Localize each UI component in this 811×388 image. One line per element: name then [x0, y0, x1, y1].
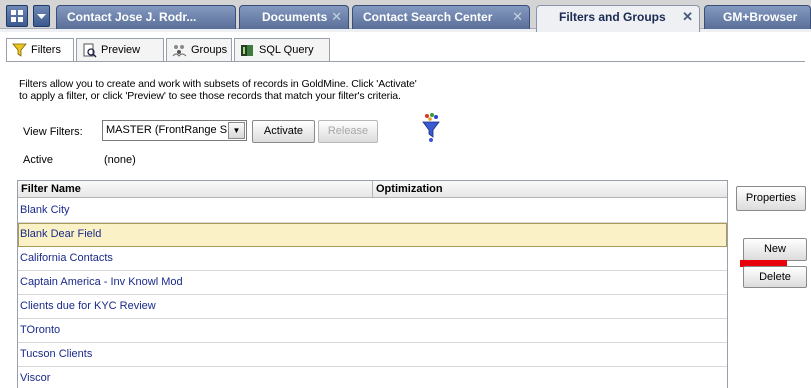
window-tab-strip: Contact Jose J. Rodr... Documents ✕ Cont… — [0, 0, 811, 32]
table-row[interactable]: Tucson Clients — [18, 343, 727, 367]
grid-icon — [11, 10, 23, 22]
filter-name-cell: Tucson Clients — [20, 348, 93, 360]
close-icon[interactable]: ✕ — [682, 6, 693, 28]
tab-filters-and-groups[interactable]: Filters and Groups ✕ — [536, 5, 700, 32]
column-header-filter-name[interactable]: Filter Name — [18, 181, 373, 197]
tab-label: GM+Browser — [723, 10, 798, 24]
table-row[interactable]: TOronto — [18, 319, 727, 343]
active-filter-value: (none) — [104, 154, 136, 166]
filter-name-cell: Blank City — [20, 204, 70, 216]
table-row-selected[interactable]: Blank Dear Field — [18, 223, 727, 247]
tab-contact-search-center[interactable]: Contact Search Center ✕ — [352, 5, 530, 29]
tab-preview[interactable]: Preview — [76, 38, 164, 62]
tab-grid-menu-button[interactable] — [6, 5, 28, 27]
delete-button[interactable]: Delete — [743, 266, 807, 288]
tab-label: Contact Search Center — [363, 10, 493, 24]
tab-list-dropdown-button[interactable] — [33, 5, 50, 27]
view-filters-select[interactable]: MASTER (FrontRange S ▼ — [102, 120, 247, 141]
release-button: Release — [318, 120, 378, 143]
filter-name-cell: TOronto — [20, 324, 61, 336]
table-row[interactable]: Blank City — [18, 199, 727, 223]
sql-icon — [240, 43, 255, 58]
tab-filters[interactable]: Filters — [6, 38, 74, 62]
groups-icon — [172, 43, 187, 58]
description-line-1: Filters allow you to create and work wit… — [19, 78, 417, 90]
filters-table: Filter Name Optimization Blank City Blan… — [17, 180, 728, 388]
filter-name-cell: Blank Dear Field — [20, 228, 102, 240]
active-filter-label: Active — [23, 154, 53, 166]
tab-contact-jose[interactable]: Contact Jose J. Rodr... — [56, 5, 236, 29]
filter-name-cell: Clients due for KYC Review — [20, 300, 156, 312]
table-row[interactable]: Viscor — [18, 367, 727, 388]
filters-description: Filters allow you to create and work wit… — [19, 78, 519, 102]
filter-name-cell: California Contacts — [20, 252, 113, 264]
tab-documents[interactable]: Documents ✕ — [239, 5, 349, 29]
close-icon[interactable]: ✕ — [331, 6, 342, 28]
tab-groups[interactable]: Groups — [166, 38, 232, 62]
chevron-down-icon — [37, 14, 46, 19]
activate-button[interactable]: Activate — [252, 120, 315, 143]
tab-label: Documents — [262, 10, 328, 24]
new-button[interactable]: New — [743, 238, 807, 261]
table-row[interactable]: California Contacts — [18, 247, 727, 271]
tab-gm-browser[interactable]: GM+Browser — [704, 5, 811, 29]
view-filters-value: MASTER (FrontRange S — [106, 124, 228, 136]
table-row[interactable]: Captain America - Inv Knowl Mod — [18, 271, 727, 295]
view-filters-label: View Filters: — [23, 126, 83, 138]
tab-sql-query-label: SQL Query — [259, 44, 314, 56]
funnel-icon — [12, 43, 27, 58]
tab-sql-query[interactable]: SQL Query — [234, 38, 330, 62]
tab-filters-label: Filters — [31, 44, 61, 56]
description-line-2: to apply a filter, or click 'Preview' to… — [19, 90, 401, 102]
preview-icon — [82, 43, 97, 58]
table-header: Filter Name Optimization — [18, 181, 727, 198]
filter-name-cell: Viscor — [20, 372, 51, 384]
properties-button[interactable]: Properties — [736, 186, 806, 211]
sub-tab-divider — [6, 61, 805, 62]
tab-label: Contact Jose J. Rodr... — [67, 10, 197, 24]
table-row[interactable]: Clients due for KYC Review — [18, 295, 727, 319]
tab-groups-label: Groups — [191, 44, 228, 56]
column-header-optimization[interactable]: Optimization — [373, 181, 727, 197]
tab-preview-label: Preview — [101, 44, 141, 56]
chevron-down-icon[interactable]: ▼ — [228, 122, 245, 139]
tab-label: Filters and Groups — [559, 10, 666, 24]
filter-funnel-icon — [422, 113, 440, 142]
close-icon[interactable]: ✕ — [512, 6, 523, 28]
filter-name-cell: Captain America - Inv Knowl Mod — [20, 276, 183, 288]
